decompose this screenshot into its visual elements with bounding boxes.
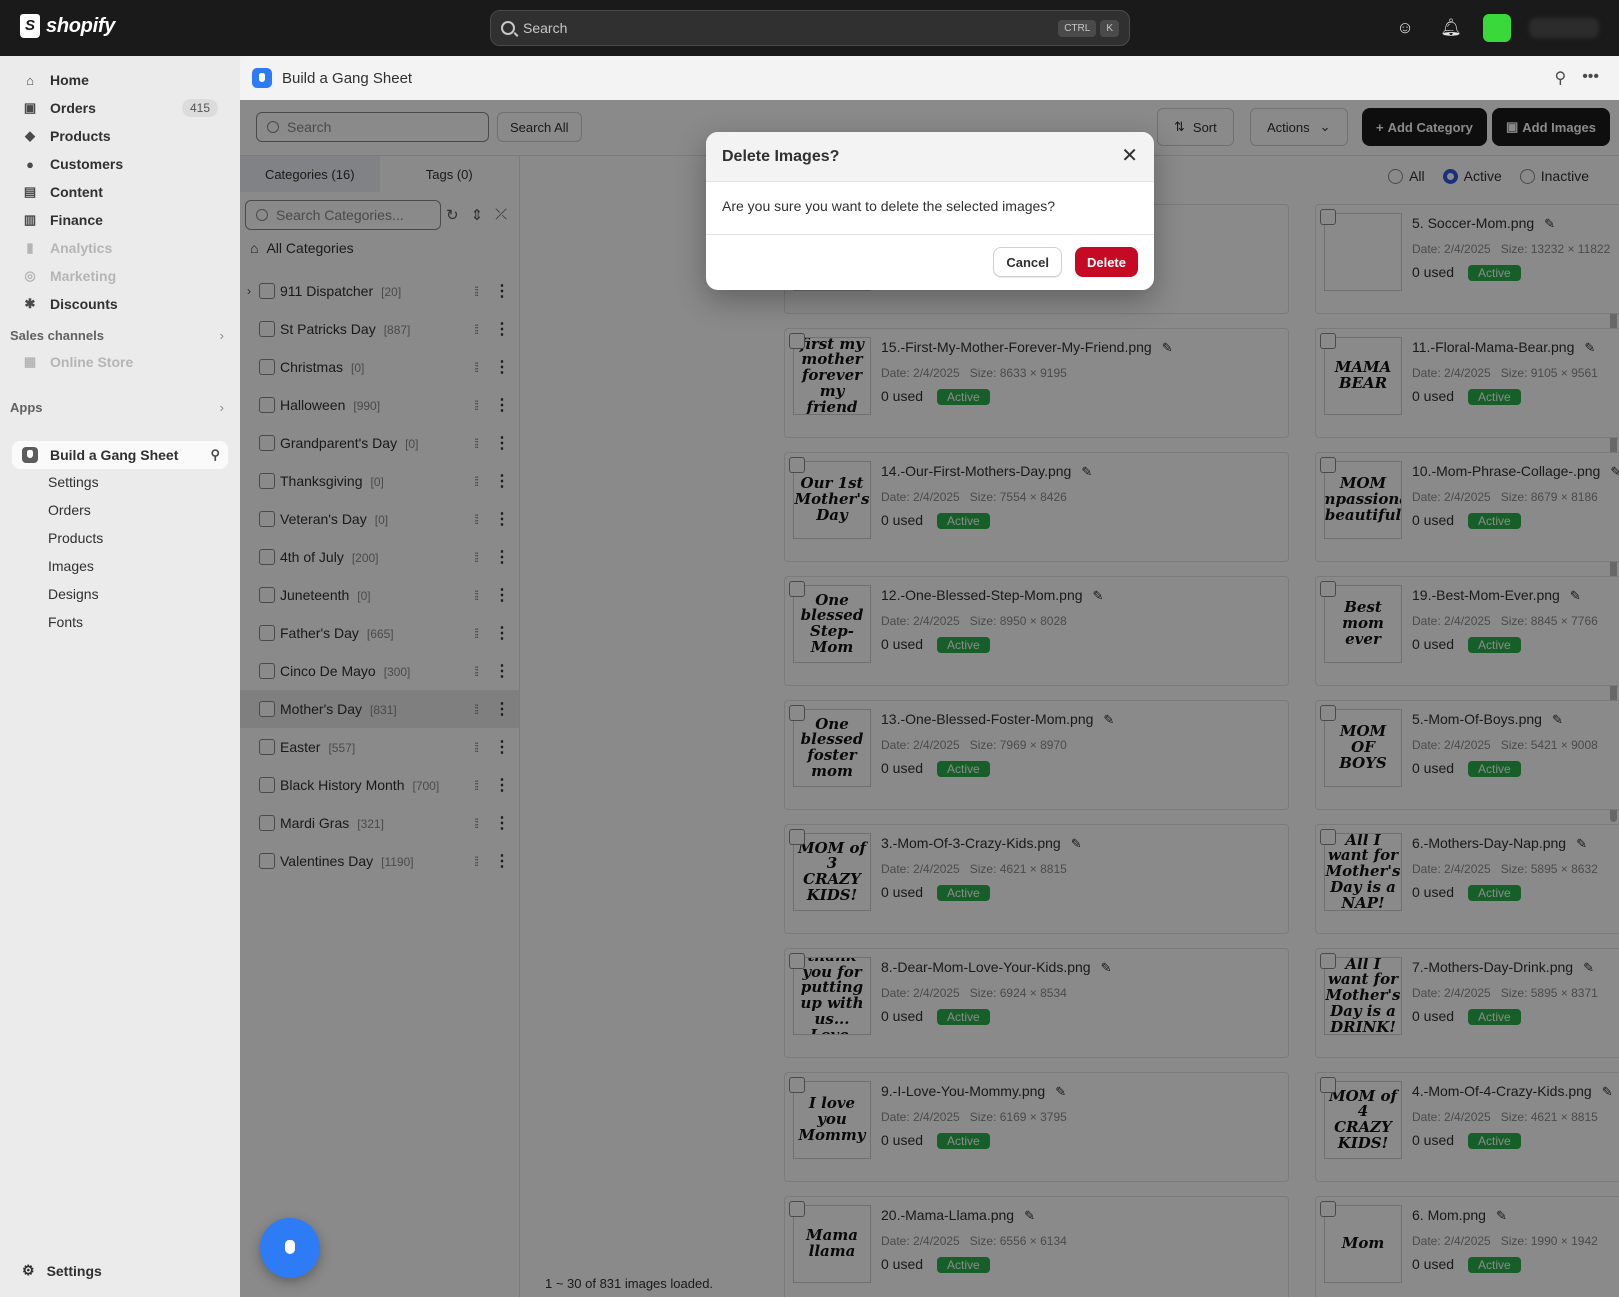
orders-count-badge: 415 [181, 99, 218, 117]
sidebar-sub-settings[interactable]: Settings [48, 474, 99, 490]
dialog-message: Are you sure you want to delete the sele… [722, 198, 1056, 214]
sidebar-item-finance[interactable]: ▥ Finance [12, 206, 228, 234]
home-icon: ⌂ [26, 72, 34, 88]
sales-channels-section[interactable]: Sales channels › [10, 328, 228, 343]
gang-sheet-app-icon [252, 68, 272, 88]
cancel-button[interactable]: Cancel [993, 247, 1062, 277]
discount-icon: ✱ [24, 296, 36, 311]
sidebar-item-settings[interactable]: ⚙ Settings [22, 1262, 102, 1279]
tag-icon: ◆ [25, 128, 35, 143]
orders-icon: ▣ [23, 100, 37, 115]
sidebar-sub-fonts[interactable]: Fonts [48, 614, 83, 630]
gang-sheet-app-icon [22, 447, 38, 463]
sidebar-item-online-store[interactable]: ▦ Online Store [12, 348, 228, 376]
bank-icon: ▥ [23, 212, 37, 227]
sidebar-item-orders[interactable]: ▣ Orders 415 [12, 94, 228, 122]
sidebar-item-home[interactable]: ⌂ Home [12, 66, 228, 94]
sidebar: Sales channels › ▦ Online Store Apps › B… [0, 56, 240, 1297]
shopify-logo[interactable]: shopify [20, 14, 115, 38]
global-search-input[interactable]: Search CTRL K [490, 10, 1130, 46]
more-horizontal-icon[interactable]: ••• [1582, 68, 1599, 88]
sidebar-item-build-a-gang-sheet[interactable]: Build a Gang Sheet ⚲ [12, 441, 228, 469]
store-name[interactable] [1529, 18, 1599, 38]
person-icon: ● [26, 156, 34, 172]
delete-button[interactable]: Delete [1074, 247, 1138, 277]
sidebar-item-customers[interactable]: ● Customers [12, 150, 228, 178]
store-avatar[interactable] [1483, 14, 1511, 42]
sidebar-sub-orders[interactable]: Orders [48, 502, 91, 518]
sidebar-item-content[interactable]: ▤ Content [12, 178, 228, 206]
chevron-right-icon: › [219, 328, 224, 343]
sidebar-sub-products[interactable]: Products [48, 530, 103, 546]
chevron-right-icon: › [219, 400, 224, 415]
sidebar-sub-images[interactable]: Images [48, 558, 94, 574]
sidebar-item-products[interactable]: ◆ Products [12, 122, 228, 150]
sidebar-item-marketing[interactable]: ◎ Marketing [12, 262, 228, 290]
apps-section[interactable]: Apps › [10, 400, 228, 415]
pin-icon[interactable]: ⚲ [210, 447, 220, 463]
store-icon: ▦ [23, 354, 37, 369]
page-title: Build a Gang Sheet [282, 69, 413, 87]
target-icon: ◎ [24, 268, 36, 283]
app-help-fab[interactable] [260, 1218, 320, 1278]
app-header: Build a Gang Sheet ⚲ ••• [240, 56, 1619, 100]
gear-icon: ⚙ [22, 1262, 35, 1278]
sidebar-item-discounts[interactable]: ✱ Discounts [12, 290, 228, 318]
search-icon [501, 21, 515, 35]
delete-images-dialog: Delete Images? ✕ Are you sure you want t… [706, 132, 1154, 290]
keyboard-shortcut: CTRL K [1058, 19, 1119, 37]
chart-icon: ▮ [26, 240, 34, 255]
sidebar-item-analytics[interactable]: ▮ Analytics [12, 234, 228, 262]
top-bar: shopify Search CTRL K ☺ 🔔︎ [0, 0, 1619, 56]
sidekick-icon[interactable]: ☺ [1391, 14, 1419, 42]
bell-icon[interactable]: 🔔︎ [1437, 14, 1465, 42]
shopify-bag-icon [20, 14, 40, 38]
content-icon: ▤ [23, 184, 37, 199]
close-icon[interactable]: ✕ [1121, 146, 1138, 166]
sidebar-sub-designs[interactable]: Designs [48, 586, 99, 602]
pin-icon[interactable]: ⚲ [1554, 68, 1566, 88]
dialog-title: Delete Images? [706, 132, 1154, 182]
